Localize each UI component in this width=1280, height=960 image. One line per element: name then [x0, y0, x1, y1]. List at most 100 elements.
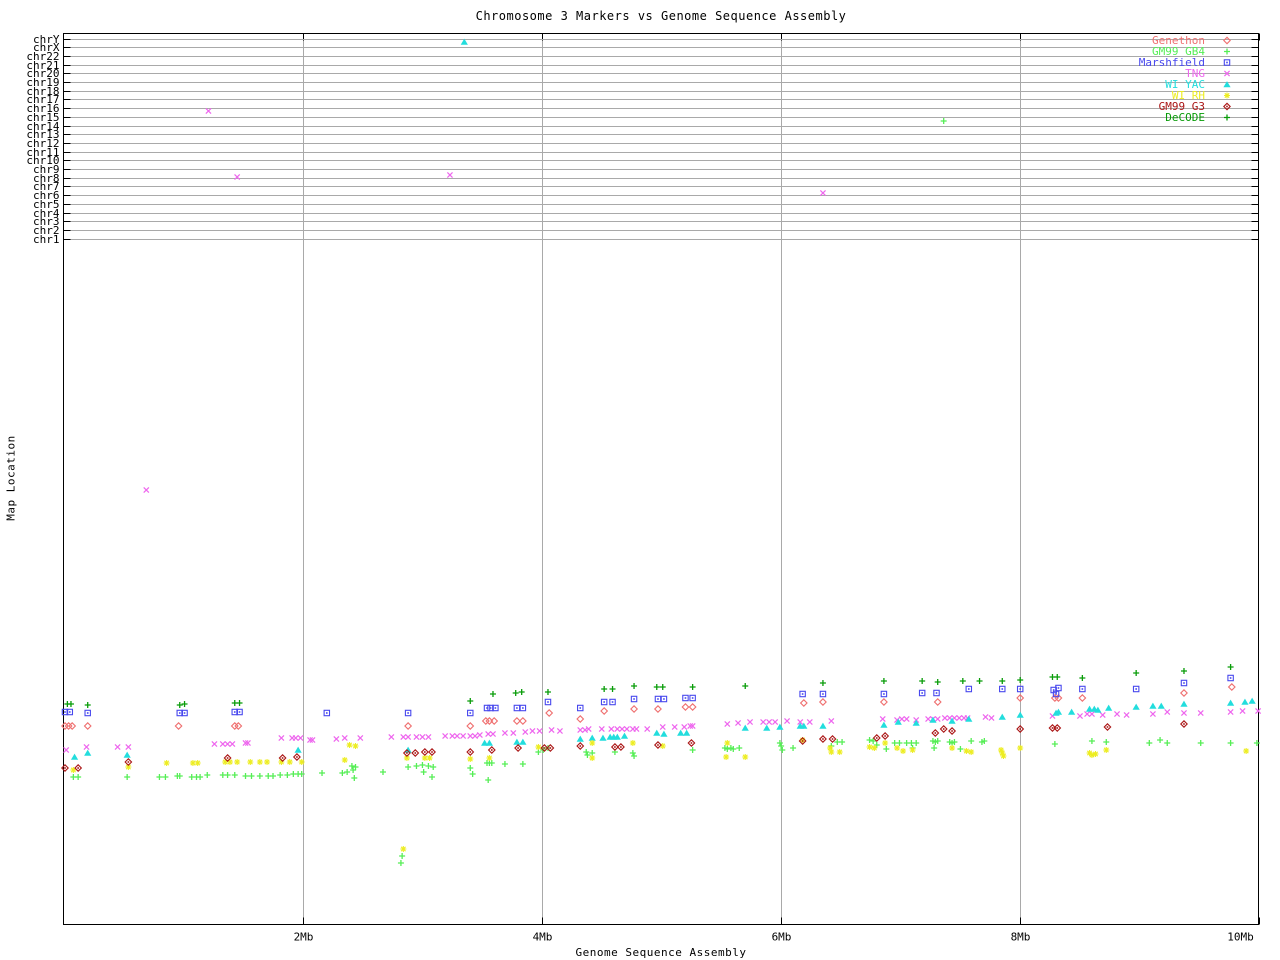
data-point-gm99-gb4 — [257, 773, 263, 779]
data-point-wi-yac — [1241, 699, 1248, 705]
x-tick-label: 10Mb — [1227, 931, 1254, 944]
data-point-gm99-gb4 — [429, 774, 435, 780]
data-point-wi-rh — [1243, 748, 1249, 754]
data-point-tng — [225, 741, 230, 746]
data-point-tng — [401, 734, 406, 739]
data-point-gm99-g3 — [414, 752, 416, 754]
data-point-wi-yac — [1105, 705, 1112, 711]
data-point-tng — [450, 733, 455, 738]
data-point-decode — [960, 678, 966, 684]
data-point-tng — [1114, 711, 1119, 716]
data-point-gm99-g3 — [469, 751, 471, 753]
data-point-gm99-gb4 — [270, 773, 276, 779]
data-point-gm99-g3 — [1056, 727, 1058, 729]
data-point-tng — [389, 734, 394, 739]
data-point-tng — [773, 719, 778, 724]
data-point-marshfield — [663, 698, 665, 700]
data-point-genethon — [1079, 695, 1085, 701]
data-point-tng — [230, 741, 235, 746]
data-point-tng — [1100, 712, 1105, 717]
data-point-gm99-g3 — [1183, 723, 1185, 725]
data-point-gm99-g3 — [282, 757, 284, 759]
data-point-gm99-gb4 — [1228, 740, 1234, 746]
data-point-decode — [182, 701, 188, 707]
data-point-tng — [1085, 711, 1090, 716]
data-point-tng — [829, 718, 834, 723]
data-point-wi-rh — [353, 743, 359, 749]
data-point-tng — [511, 730, 516, 735]
data-point-gm99-gb4 — [243, 773, 249, 779]
data-point-wi-yac — [124, 752, 131, 758]
data-point-gm99-gb4 — [405, 764, 411, 770]
data-point-decode — [742, 683, 748, 689]
data-point-tng — [1181, 710, 1186, 715]
legend-swatch — [1224, 93, 1230, 99]
data-point-decode — [601, 686, 607, 692]
data-point-marshfield — [64, 711, 66, 713]
data-point-tng — [537, 728, 542, 733]
data-point-tng — [747, 719, 752, 724]
data-point-tng — [682, 724, 687, 729]
data-point-tng — [530, 728, 535, 733]
data-point-decode — [690, 684, 696, 690]
data-point-marshfield — [1183, 682, 1185, 684]
data-point-wi-rh — [486, 755, 492, 761]
data-point-marshfield — [469, 712, 471, 714]
data-point-marshfield — [968, 688, 970, 690]
data-point-genethon — [935, 699, 941, 705]
data-point-tng — [599, 726, 604, 731]
data-point-genethon — [85, 723, 91, 729]
data-point-gm99-gb4 — [1089, 738, 1095, 744]
data-point-wi-rh — [900, 748, 906, 754]
data-point-gm99-gb4 — [380, 769, 386, 775]
data-point-marshfield — [1001, 688, 1003, 690]
data-point-gm99-gb4 — [690, 747, 696, 753]
data-point-gm99-gb4 — [204, 772, 210, 778]
data-point-tng — [672, 724, 677, 729]
data-point-tng — [472, 733, 477, 738]
data-point-marshfield — [234, 711, 236, 713]
data-point-wi-rh — [723, 754, 729, 760]
data-point-tng — [634, 726, 639, 731]
data-point-wi-rh — [467, 756, 473, 762]
data-point-wi-rh — [247, 759, 253, 765]
data-point-tng — [1165, 709, 1170, 714]
data-point-wi-rh — [630, 740, 636, 746]
data-point-marshfield — [179, 712, 181, 714]
plot-border — [64, 34, 1259, 925]
data-point-wi-rh — [589, 755, 595, 761]
data-point-wi-rh — [342, 757, 348, 763]
data-point-tng — [342, 735, 347, 740]
data-point-gm99-gb4 — [1103, 739, 1109, 745]
data-point-tng — [578, 727, 583, 732]
x-tick-label: 2Mb — [294, 931, 314, 944]
data-point-marshfield — [1230, 677, 1232, 679]
data-point-gm99-g3 — [550, 747, 552, 749]
data-point-gm99-gb4 — [779, 747, 785, 753]
data-point-wi-yac — [84, 750, 91, 756]
data-point-wi-rh — [227, 759, 233, 765]
data-point-decode — [237, 700, 243, 706]
data-point-tng — [807, 719, 812, 724]
data-point-gm99-gb4 — [1198, 740, 1204, 746]
data-point-gm99-gb4 — [398, 860, 404, 866]
data-point-gm99-gb4 — [968, 738, 974, 744]
data-point-gm99-gb4 — [277, 772, 283, 778]
data-point-gm99-g3 — [227, 757, 229, 759]
data-point-marshfield — [612, 701, 614, 703]
data-point-decode — [935, 679, 941, 685]
data-point-gm99-g3 — [832, 738, 834, 740]
data-point-decode — [999, 678, 1005, 684]
data-point-gm99-gb4 — [1052, 741, 1058, 747]
data-point-decode — [545, 689, 551, 695]
data-point-tng — [957, 715, 962, 720]
data-point-tng — [502, 730, 507, 735]
data-point-wi-yac — [660, 731, 667, 737]
data-point-marshfield — [407, 712, 409, 714]
data-point-tng — [220, 741, 225, 746]
data-point-tng — [989, 715, 994, 720]
data-point-wi-rh — [427, 755, 433, 761]
data-point-gm99-gb4 — [867, 737, 873, 743]
data-point-decode — [513, 690, 519, 696]
data-point-marshfield — [603, 701, 605, 703]
